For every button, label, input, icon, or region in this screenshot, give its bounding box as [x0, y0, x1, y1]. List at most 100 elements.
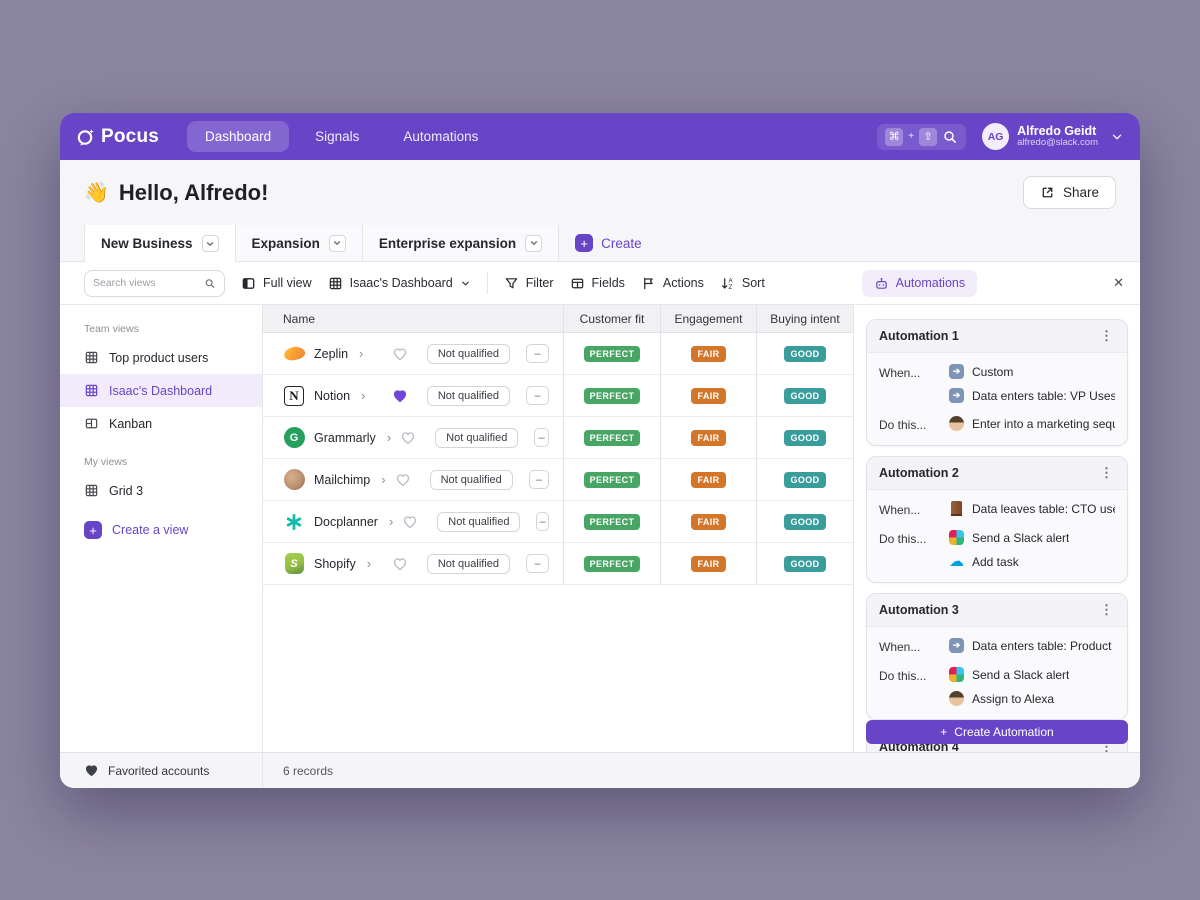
status-badge[interactable]: FAIR	[691, 346, 725, 362]
expand-row-icon[interactable]: ›	[361, 388, 365, 403]
status-badge[interactable]: GOOD	[784, 430, 825, 446]
sort-icon: A Z	[720, 276, 735, 291]
dash-value-button[interactable]: –	[529, 470, 549, 489]
status-badge[interactable]: FAIR	[691, 514, 725, 530]
status-badge[interactable]: GOOD	[784, 346, 825, 362]
buying-intent-cell: GOOD	[756, 543, 853, 584]
sort-button[interactable]: A Z Sort	[720, 276, 765, 291]
column-header-customer-fit[interactable]: Customer fit	[563, 305, 660, 332]
favorite-heart-icon[interactable]	[392, 346, 408, 362]
create-automation-button[interactable]: + Create Automation	[866, 720, 1128, 744]
tab-dropdown-button[interactable]	[525, 235, 542, 252]
expand-row-icon[interactable]: ›	[389, 514, 393, 529]
automations-toggle-button[interactable]: Automations	[862, 270, 977, 297]
qualification-dropdown[interactable]: Not qualified	[430, 470, 513, 490]
expand-row-icon[interactable]: ›	[359, 346, 363, 361]
kebab-menu-icon[interactable]: ⋮	[1098, 465, 1115, 481]
favorite-heart-icon[interactable]	[392, 388, 408, 404]
status-badge[interactable]: PERFECT	[584, 388, 641, 404]
column-header-engagement[interactable]: Engagement	[660, 305, 756, 332]
favorite-heart-icon[interactable]	[392, 556, 408, 572]
share-button[interactable]: Share	[1023, 176, 1116, 209]
qualification-dropdown[interactable]: Not qualified	[427, 554, 510, 574]
dash-value-button[interactable]: –	[526, 344, 549, 363]
favorite-heart-icon[interactable]	[395, 472, 411, 488]
nav-dashboard[interactable]: Dashboard	[187, 121, 289, 152]
kebab-menu-icon[interactable]: ⋮	[1098, 602, 1115, 618]
view-selector[interactable]: Isaac's Dashboard	[328, 276, 471, 291]
dash-value-button[interactable]: –	[534, 428, 549, 447]
table-row[interactable]: G Grammarly › Not qualified – PERFECT FA…	[263, 417, 853, 459]
grid-view-icon	[328, 276, 343, 291]
tab-dropdown-button[interactable]	[329, 235, 346, 252]
status-badge[interactable]: PERFECT	[584, 430, 641, 446]
column-header-buying-intent[interactable]: Buying intent	[756, 305, 853, 332]
table-row[interactable]: Mailchimp › Not qualified – PERFECT FAIR…	[263, 459, 853, 501]
status-badge[interactable]: GOOD	[784, 388, 825, 404]
grid-view-icon	[84, 350, 99, 365]
nav-automations[interactable]: Automations	[385, 121, 496, 152]
expand-row-icon[interactable]: ›	[381, 472, 385, 487]
status-badge[interactable]: PERFECT	[584, 472, 641, 488]
tab-dropdown-button[interactable]	[202, 235, 219, 252]
search-views-input[interactable]	[93, 277, 204, 289]
tab-expansion[interactable]: Expansion	[236, 225, 363, 261]
grammarly-logo: G	[283, 427, 305, 449]
status-badge[interactable]: PERFECT	[584, 514, 641, 530]
qualification-dropdown[interactable]: Not qualified	[427, 386, 510, 406]
qualification-dropdown[interactable]: Not qualified	[435, 428, 518, 448]
tab-label: New Business	[101, 236, 193, 251]
cmd-key-icon: ⌘	[885, 128, 903, 146]
favorited-accounts-toggle[interactable]: Favorited accounts	[60, 753, 263, 788]
dash-value-button[interactable]: –	[526, 386, 549, 405]
tab-enterprise-expansion[interactable]: Enterprise expansion	[363, 225, 559, 261]
table-row[interactable]: Zeplin › Not qualified – PERFECT FAIR GO…	[263, 333, 853, 375]
close-panel-icon[interactable]: ✕	[1113, 275, 1124, 291]
sidebar-item-kanban[interactable]: Kanban	[60, 407, 262, 440]
status-badge[interactable]: GOOD	[784, 514, 825, 530]
status-badge[interactable]: GOOD	[784, 472, 825, 488]
actions-button[interactable]: Actions	[641, 276, 704, 291]
status-badge[interactable]: PERFECT	[584, 556, 641, 572]
pocus-logo[interactable]: Pocus	[76, 126, 159, 148]
table-row[interactable]: S Shopify › Not qualified – PERFECT FAIR…	[263, 543, 853, 585]
dash-value-button[interactable]: –	[536, 512, 549, 531]
sidebar-item-isaacs-dashboard[interactable]: Isaac's Dashboard	[60, 374, 262, 407]
status-badge[interactable]: GOOD	[784, 556, 825, 572]
tab-new-business[interactable]: New Business	[84, 225, 236, 262]
create-view-button[interactable]: + Create a view	[60, 507, 262, 553]
status-badge[interactable]: FAIR	[691, 388, 725, 404]
user-menu[interactable]: AG Alfredo Geidt alfredo@slack.com	[982, 123, 1124, 150]
greeting: 👋 Hello, Alfredo!	[84, 180, 268, 206]
search-shortcut[interactable]: ⌘ + ⇧	[877, 124, 966, 150]
status-badge[interactable]: FAIR	[691, 430, 725, 446]
qualification-dropdown[interactable]: Not qualified	[427, 344, 510, 364]
column-header-name[interactable]: Name	[263, 305, 563, 332]
full-view-button[interactable]: Full view	[241, 276, 312, 291]
qualification-dropdown[interactable]: Not qualified	[437, 512, 520, 532]
expand-row-icon[interactable]: ›	[367, 556, 371, 571]
create-tab-button[interactable]: + Create	[559, 225, 658, 261]
status-badge[interactable]: FAIR	[691, 472, 725, 488]
fields-button[interactable]: Fields	[570, 276, 625, 291]
sidebar-item-top-product-users[interactable]: Top product users	[60, 341, 262, 374]
filter-button[interactable]: Filter	[504, 276, 554, 291]
search-views-field[interactable]	[84, 270, 225, 297]
table-row[interactable]: N Notion › Not qualified – PERFECT FAIR …	[263, 375, 853, 417]
nav-signals[interactable]: Signals	[297, 121, 377, 152]
do-this-label: Do this...	[879, 667, 941, 706]
favorite-heart-icon[interactable]	[402, 514, 418, 530]
user-email: alfredo@slack.com	[1017, 138, 1098, 149]
status-badge[interactable]: PERFECT	[584, 346, 641, 362]
kebab-menu-icon[interactable]: ⋮	[1098, 328, 1115, 344]
chevron-down-icon	[460, 278, 471, 289]
favorite-heart-icon[interactable]	[400, 430, 416, 446]
team-views-label: Team views	[60, 315, 262, 341]
sidebar-item-grid-3[interactable]: Grid 3	[60, 474, 262, 507]
flag-icon	[641, 276, 656, 291]
expand-row-icon[interactable]: ›	[387, 430, 391, 445]
automation-card-header: Automation 2 ⋮	[867, 457, 1127, 490]
dash-value-button[interactable]: –	[526, 554, 549, 573]
table-row[interactable]: Docplanner › Not qualified – PERFECT FAI…	[263, 501, 853, 543]
status-badge[interactable]: FAIR	[691, 556, 725, 572]
